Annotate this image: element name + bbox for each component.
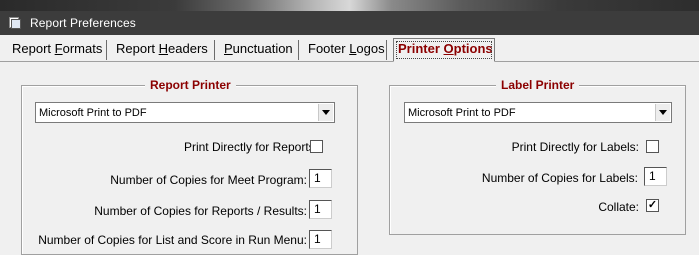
chevron-down-icon[interactable] (655, 104, 670, 121)
report-window-icon (8, 17, 22, 29)
tab-report-formats[interactable]: Report Formats (10, 40, 107, 60)
tab-printer-options[interactable]: Printer Options (393, 38, 495, 62)
label-printer-group: Label Printer Microsoft Print to PDF Pri… (389, 78, 686, 235)
tab-report-headers[interactable]: Report Headers (114, 40, 215, 60)
background-photo-strip (0, 0, 699, 11)
collate-label: Collate: (598, 200, 639, 214)
title-bar: Report Preferences (0, 11, 699, 35)
collate-checkbox[interactable]: ✓ (646, 199, 659, 212)
copies-labels-input[interactable]: 1 (644, 167, 667, 186)
print-directly-labels-label: Print Directly for Labels: (511, 140, 639, 154)
print-directly-labels-checkbox[interactable] (646, 140, 659, 153)
copies-reports-label: Number of Copies for Reports / Results: (94, 204, 307, 218)
report-printer-group: Report Printer Microsoft Print to PDF Pr… (21, 78, 358, 255)
label-printer-title: Label Printer (496, 78, 580, 92)
copies-meet-program-label: Number of Copies for Meet Program: (110, 173, 307, 187)
tab-footer-logos[interactable]: Footer Logos (306, 40, 387, 60)
copies-reports-input[interactable]: 1 (309, 200, 332, 219)
label-printer-select[interactable]: Microsoft Print to PDF (404, 102, 672, 123)
report-printer-select[interactable]: Microsoft Print to PDF (35, 102, 335, 123)
tab-punctuation[interactable]: Punctuation (222, 40, 299, 60)
label-printer-value: Microsoft Print to PDF (408, 106, 516, 119)
print-directly-reports-label: Print Directly for Reports: (183, 140, 318, 154)
copies-meet-program-input[interactable]: 1 (309, 169, 332, 188)
chevron-down-icon[interactable] (318, 104, 333, 121)
tab-bar: Report Formats Report Headers Punctuatio… (0, 36, 699, 62)
copies-labels-label: Number of Copies for Labels: (481, 171, 638, 185)
print-directly-reports-checkbox[interactable] (310, 140, 323, 153)
report-printer-value: Microsoft Print to PDF (39, 106, 147, 119)
report-printer-title: Report Printer (145, 78, 236, 92)
copies-list-score-label: Number of Copies for List and Score in R… (38, 233, 307, 247)
window-title: Report Preferences (30, 16, 136, 30)
